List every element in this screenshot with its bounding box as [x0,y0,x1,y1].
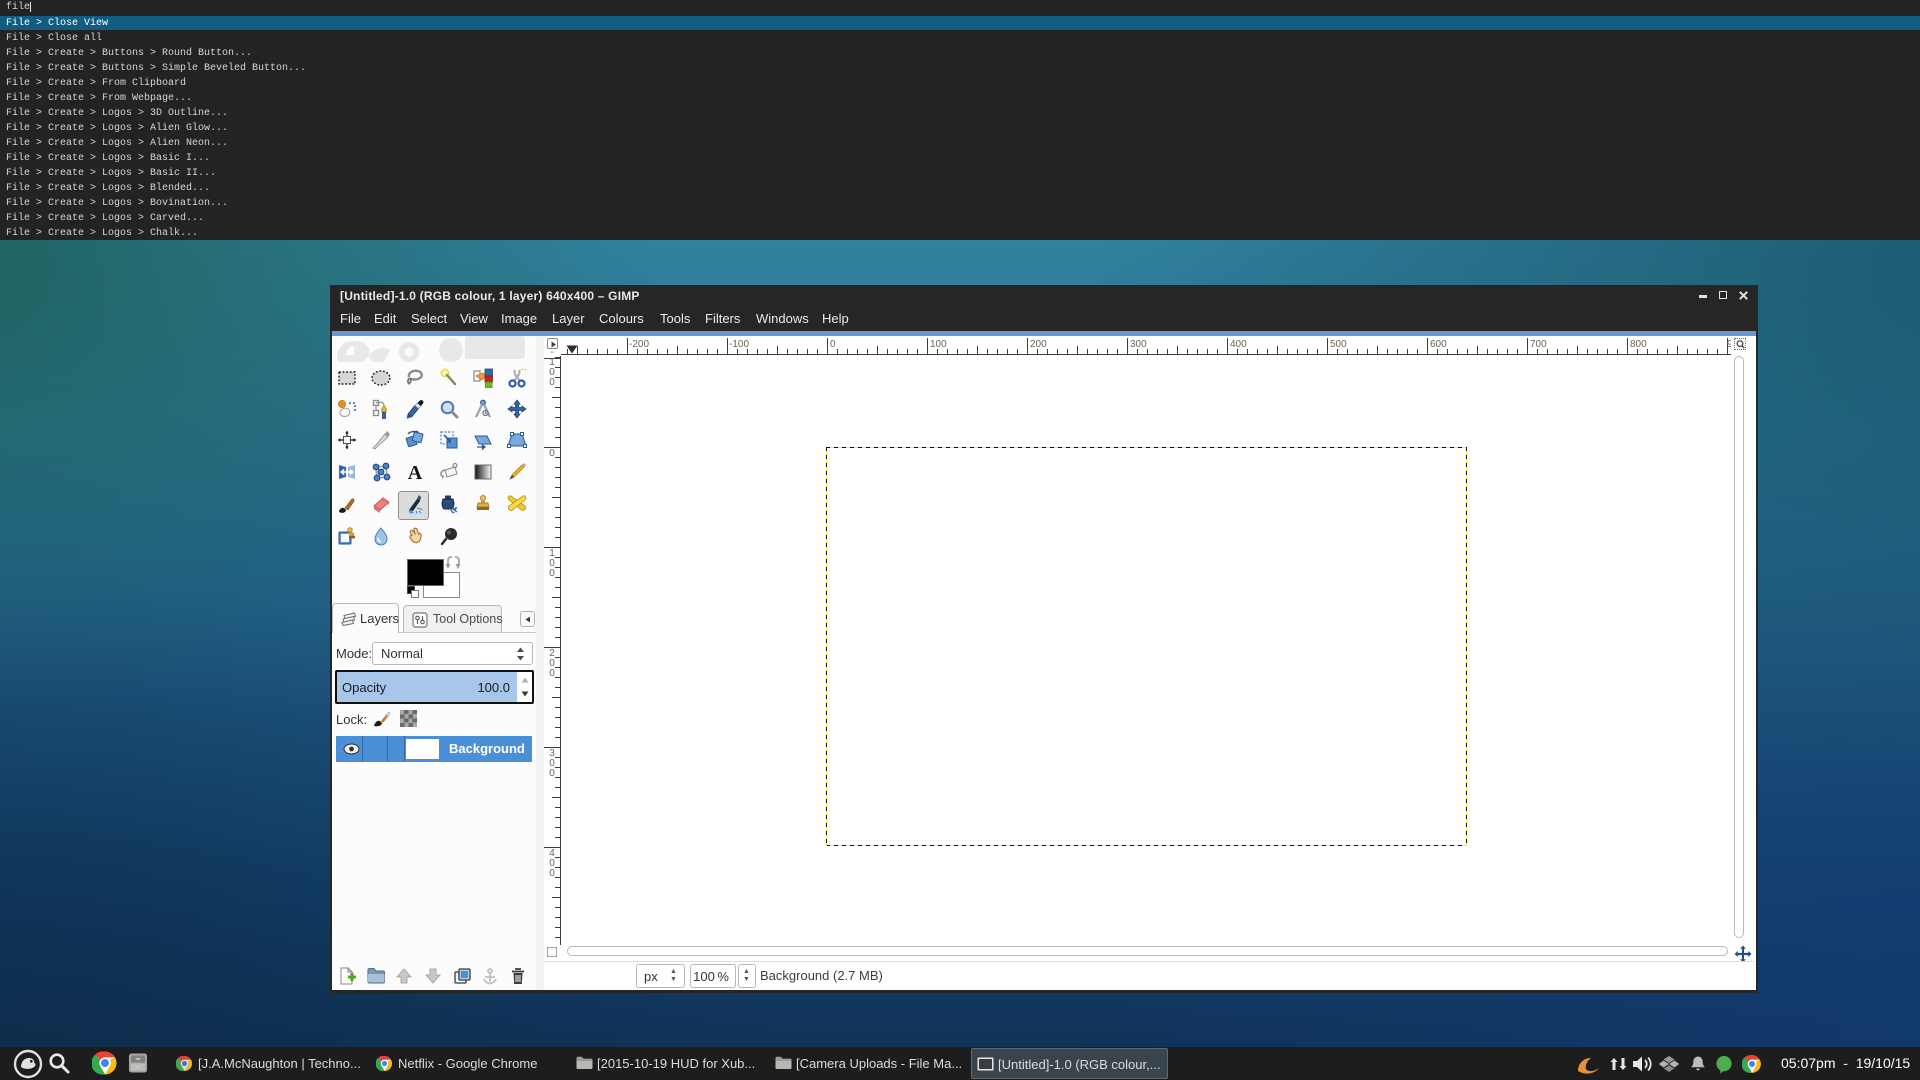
svg-text:A: A [408,462,423,482]
